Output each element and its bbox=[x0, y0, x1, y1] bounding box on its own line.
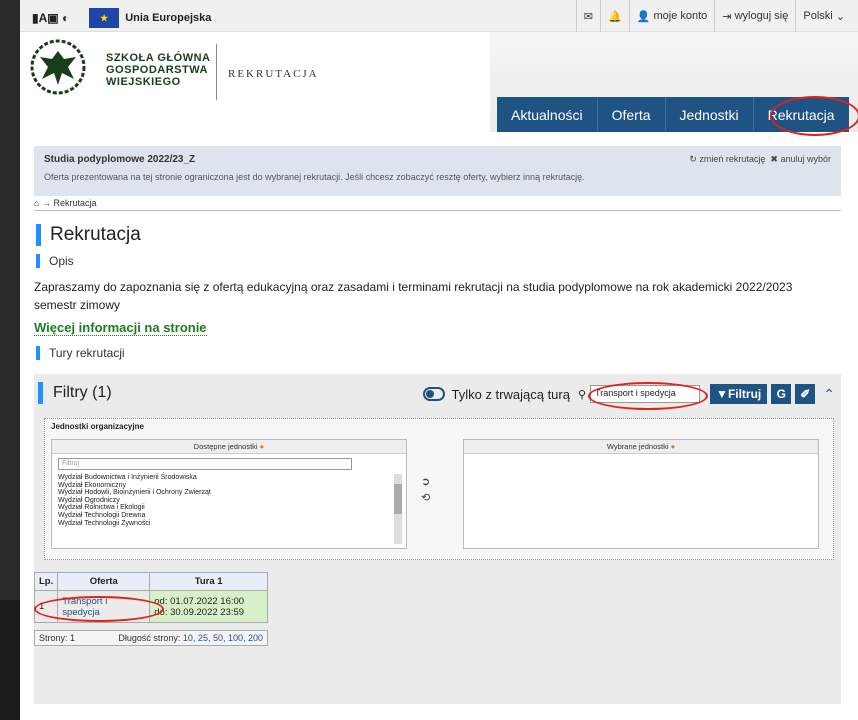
logout-icon: ⇥ bbox=[722, 10, 735, 23]
offers-table: Lp. Oferta Tura 1 1 Transport i spedycja… bbox=[33, 572, 268, 623]
close-icon: ✖ bbox=[770, 154, 781, 164]
refresh-icon: ↻ bbox=[689, 154, 700, 164]
home-icon[interactable]: ⌂ bbox=[34, 198, 39, 208]
description-text: Zapraszamy do zapoznania się z ofertą ed… bbox=[34, 280, 793, 312]
chevron-down-icon: ⌄ bbox=[832, 10, 845, 23]
column-header: Tura 1 bbox=[149, 572, 268, 591]
breadcrumb-current: Rekrutacja bbox=[53, 198, 97, 208]
column-header: Lp. bbox=[33, 572, 59, 591]
recruitment-subtitle: Oferta prezentowana na tej stronie ogran… bbox=[44, 172, 585, 182]
recruitment-info-box: Studia podyplomowe 2022/23_Z Oferta prez… bbox=[34, 146, 841, 196]
breadcrumb: ⌂ → Rekrutacja bbox=[34, 198, 97, 208]
main-nav: Aktualności Oferta Jednostki Rekrutacja bbox=[497, 97, 849, 132]
scrollbar[interactable] bbox=[394, 474, 402, 544]
recruitment-actions: ↻ zmień rekrutację ✖ anuluj wybór bbox=[689, 154, 831, 165]
list-item[interactable]: Wydział Ogrodniczy bbox=[58, 497, 414, 505]
section-rounds-heading: Tury rekrutacji bbox=[36, 346, 125, 360]
section-name: REKRUTACJA bbox=[228, 68, 319, 80]
dark-sidebar bbox=[0, 600, 20, 720]
more-info-link[interactable]: Więcej informacji na stronie bbox=[34, 320, 207, 336]
logout-link[interactable]: ⇥ wyloguj się bbox=[714, 0, 795, 32]
available-units-list[interactable]: Wydział Budownictwa i Inżynierii Środowi… bbox=[58, 474, 414, 527]
user-icon: 👤 bbox=[636, 10, 654, 23]
site-header: SZKOŁA GŁÓWNA GOSPODARSTWA WIEJSKIEGO RE… bbox=[20, 32, 858, 136]
units-selector: Jednostki organizacyjne Dostępne jednost… bbox=[44, 418, 834, 560]
page-size-options[interactable]: 10, 25, 50, 100, 200 bbox=[183, 633, 263, 643]
list-item[interactable]: Wydział Hodowli, Bioinżynierii i Ochrony… bbox=[58, 489, 414, 497]
divider bbox=[34, 210, 841, 211]
top-bar: ▮A▣ ◐ ★ Unia Europejska ✉ 🔔 👤 moje konto… bbox=[20, 0, 858, 32]
available-units-pane: Dostępne jednostki ● Filtruj Wydział Bud… bbox=[51, 439, 407, 549]
language-select[interactable]: Polski ⌄ bbox=[795, 0, 852, 32]
list-item[interactable]: Wydział Budownictwa i Inżynierii Środowi… bbox=[58, 474, 414, 482]
column-header[interactable]: Oferta bbox=[57, 572, 151, 591]
g-button[interactable]: G bbox=[771, 384, 792, 404]
list-item[interactable]: Wydział Rolnictwa i Ekologii bbox=[58, 504, 414, 512]
page-title: Rekrutacja bbox=[36, 224, 141, 246]
table-row: 1 Transport i spedycja od: 01.07.2022 16… bbox=[33, 590, 268, 623]
mail-icon[interactable]: ✉ bbox=[575, 0, 600, 32]
accessibility-tools: ▮A▣ ◐ ★ Unia Europejska bbox=[32, 8, 211, 28]
move-right-icon[interactable]: ➲ bbox=[421, 474, 430, 490]
funnel-icon: ▼ bbox=[716, 387, 728, 401]
account-link[interactable]: 👤 moje konto bbox=[628, 0, 715, 32]
nav-jednostki[interactable]: Jednostki bbox=[665, 97, 754, 132]
help-icon[interactable]: ● bbox=[260, 442, 265, 451]
recruitment-title: Studia podyplomowe 2022/23_Z bbox=[44, 154, 196, 165]
search-input[interactable]: Transport i spedycja bbox=[590, 385, 701, 403]
eu-label: Unia Europejska bbox=[125, 12, 212, 24]
section-description-heading: Opis bbox=[36, 254, 74, 268]
logo-divider bbox=[216, 44, 217, 100]
row-number: 1 bbox=[33, 590, 59, 623]
list-item[interactable]: Wydział Technologii Drewna bbox=[58, 512, 414, 520]
eraser-icon[interactable]: ✐ bbox=[795, 384, 816, 404]
university-name: SZKOŁA GŁÓWNA GOSPODARSTWA WIEJSKIEGO bbox=[106, 52, 211, 88]
filters-header: Filtry (1) Tylko z trwającą turą ⚲ Trans… bbox=[34, 374, 841, 416]
nav-aktualnosci[interactable]: Aktualności bbox=[497, 97, 598, 132]
search-icon: ⚲ bbox=[577, 388, 587, 401]
nav-rekrutacja[interactable]: Rekrutacja bbox=[753, 97, 849, 132]
eagle-emblem-icon bbox=[30, 39, 86, 95]
table-header-row: Lp. Oferta Tura 1 bbox=[33, 572, 268, 591]
move-arrows: ➲ ⟲ bbox=[421, 474, 430, 506]
collapse-icon[interactable]: ⌃ bbox=[823, 386, 835, 403]
toggle-label: Tylko z trwającą turą bbox=[451, 386, 570, 402]
bell-icon[interactable]: 🔔 bbox=[600, 0, 629, 32]
selected-units-header: Wybrane jednostki ● bbox=[464, 440, 818, 454]
selected-units-pane: Wybrane jednostki ● bbox=[463, 439, 819, 549]
user-menu: ✉ 🔔 👤 moje konto ⇥ wyloguj się Polski ⌄ bbox=[575, 0, 852, 32]
change-recruitment-link[interactable]: zmień rekrutację bbox=[699, 154, 765, 164]
units-filter-input[interactable]: Filtruj bbox=[58, 458, 352, 470]
sggw-eagle-logo[interactable] bbox=[20, 37, 96, 97]
move-left-icon[interactable]: ⟲ bbox=[421, 490, 430, 506]
units-title: Jednostki organizacyjne bbox=[51, 422, 144, 431]
page-length: Długość strony: 10, 25, 50, 100, 200 bbox=[118, 633, 263, 643]
available-units-header: Dostępne jednostki ● bbox=[52, 440, 406, 454]
nav-oferta[interactable]: Oferta bbox=[597, 97, 666, 132]
ongoing-round-toggle[interactable] bbox=[423, 387, 446, 401]
help-icon[interactable]: ● bbox=[671, 442, 676, 451]
filters-panel: Filtry (1) Tylko z trwającą turą ⚲ Trans… bbox=[34, 374, 841, 704]
list-item[interactable]: Wydział Technologii Żywności bbox=[58, 520, 414, 528]
filter-controls: Tylko z trwającą turą ⚲ Transport i sped… bbox=[423, 384, 835, 404]
round-dates: od: 01.07.2022 16:00 do: 30.09.2022 23:5… bbox=[149, 590, 268, 623]
page: ▮A▣ ◐ ★ Unia Europejska ✉ 🔔 👤 moje konto… bbox=[0, 0, 858, 720]
filter-button[interactable]: ▼Filtruj bbox=[710, 384, 768, 404]
offer-link[interactable]: Transport i spedycja bbox=[57, 590, 151, 623]
cancel-selection-link[interactable]: anuluj wybór bbox=[780, 154, 831, 164]
list-item[interactable]: Wydział Ekonomiczny bbox=[58, 482, 414, 490]
pages-info: Strony: 1 bbox=[39, 633, 76, 643]
filters-title: Filtry (1) bbox=[38, 382, 112, 404]
eu-flag-icon: ★ bbox=[89, 8, 120, 28]
accessibility-icons[interactable]: ▮A▣ ◐ bbox=[32, 11, 69, 25]
table-footer: Strony: 1 Długość strony: 10, 25, 50, 10… bbox=[34, 630, 268, 646]
